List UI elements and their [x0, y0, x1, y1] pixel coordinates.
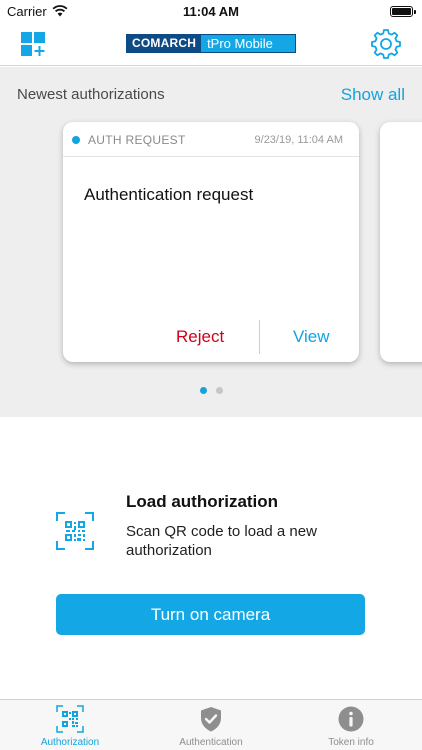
- status-time: 11:04 AM: [183, 4, 239, 19]
- card-action-divider: [259, 320, 260, 354]
- nav-bar: COMARCH tPro Mobile: [0, 22, 422, 66]
- add-app-icon[interactable]: [20, 31, 46, 57]
- tab-token-info[interactable]: Token info: [281, 700, 421, 750]
- settings-gear-icon[interactable]: [370, 28, 402, 60]
- status-bar: Carrier 11:04 AM: [0, 0, 422, 22]
- card-timestamp: 9/23/19, 11:04 AM: [254, 134, 343, 146]
- qr-code-icon: [56, 705, 84, 733]
- turn-on-camera-button[interactable]: Turn on camera: [56, 594, 365, 635]
- reject-button[interactable]: Reject: [176, 327, 224, 347]
- unread-dot-icon: [72, 136, 80, 144]
- battery-icon: [390, 6, 416, 17]
- info-icon: [338, 706, 364, 732]
- next-authorization-card[interactable]: [380, 122, 422, 362]
- tab-bar: Authorization Authentication Token info: [0, 699, 422, 750]
- brand-name: COMARCH: [127, 35, 202, 52]
- tab-label: Authentication: [179, 737, 243, 748]
- card-header: AUTH REQUEST 9/23/19, 11:04 AM: [63, 122, 359, 157]
- tab-authorization[interactable]: Authorization: [0, 700, 140, 750]
- page-indicator-active: [200, 387, 207, 394]
- shield-check-icon: [201, 707, 221, 732]
- authorization-card[interactable]: AUTH REQUEST 9/23/19, 11:04 AM Authentic…: [63, 122, 359, 362]
- tab-authentication[interactable]: Authentication: [141, 700, 281, 750]
- card-type-label: AUTH REQUEST: [88, 133, 186, 147]
- brand-product: tPro Mobile: [201, 35, 295, 52]
- show-all-link[interactable]: Show all: [341, 85, 405, 105]
- tab-label: Authorization: [40, 737, 100, 748]
- section-title: Newest authorizations: [17, 86, 165, 103]
- page-indicator-inactive[interactable]: [216, 387, 223, 394]
- view-button[interactable]: View: [293, 327, 330, 347]
- qr-scan-icon: [56, 512, 94, 550]
- load-authorization-description: Scan QR code to load a new authorization: [126, 523, 317, 559]
- load-authorization-title: Load authorization: [126, 492, 279, 511]
- tab-label: Token info: [328, 737, 374, 748]
- newest-authorizations-panel: Newest authorizations Show all AUTH REQU…: [0, 67, 422, 417]
- card-title: Authentication request: [84, 185, 254, 204]
- brand-logo: COMARCH tPro Mobile: [126, 34, 296, 53]
